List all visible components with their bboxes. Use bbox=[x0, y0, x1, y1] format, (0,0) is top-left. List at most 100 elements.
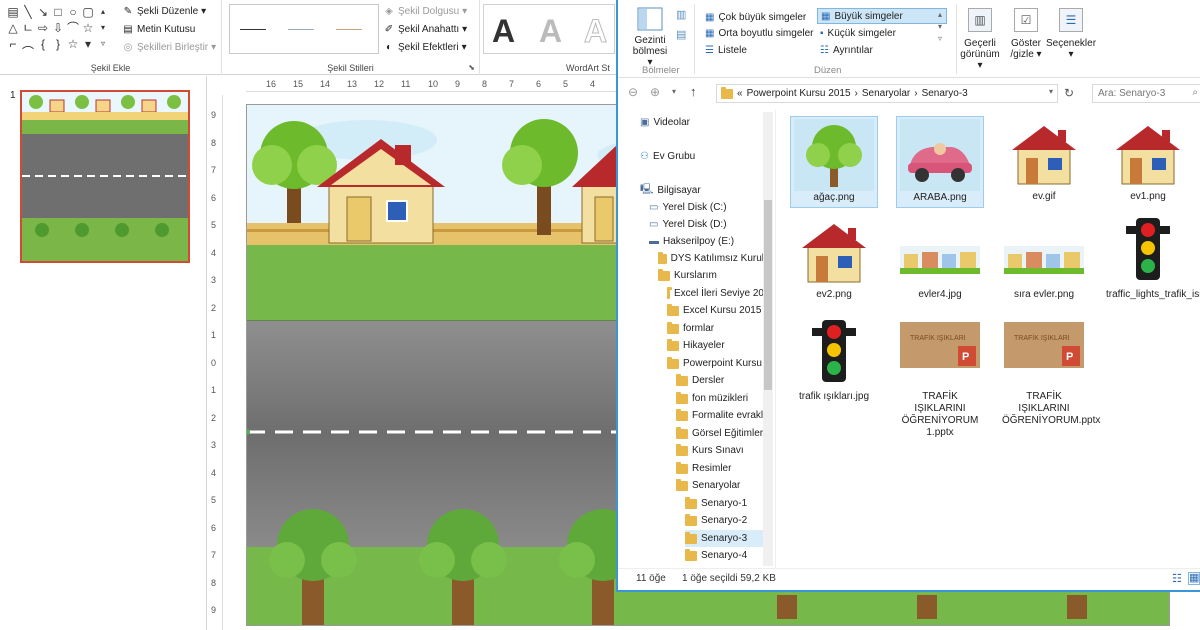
text-box-button[interactable]: ▤ Metin Kutusu bbox=[122, 21, 195, 38]
gallery-down-icon[interactable]: ▾ bbox=[96, 20, 110, 36]
shape-fill-button[interactable]: ◈ Şekil Dolgusu ▾ bbox=[383, 3, 467, 20]
nav-item[interactable]: ▭ Yerel Disk (D:) bbox=[649, 216, 764, 233]
nav-item[interactable]: Senaryo-4 bbox=[685, 547, 764, 564]
gallery-up-icon[interactable]: ▴ bbox=[96, 4, 110, 20]
refresh-icon[interactable]: ↻ bbox=[1064, 86, 1074, 100]
wordart-style-2[interactable]: A bbox=[539, 13, 562, 50]
rectangle-shape-icon[interactable]: □ bbox=[51, 4, 65, 20]
arrow-right-shape-icon[interactable]: ⇨ bbox=[36, 20, 50, 36]
layout-scroll-arrows[interactable]: ▴ ▾ ▿ bbox=[938, 9, 942, 45]
gallery-more-icon[interactable]: ▿ bbox=[96, 36, 110, 52]
address-overflow[interactable]: « bbox=[737, 88, 743, 99]
dialog-launcher-icon[interactable]: ⬊ bbox=[468, 63, 475, 72]
view-details[interactable]: ☷ Ayrıntılar bbox=[817, 42, 876, 58]
nav-item[interactable]: ▣ Videolar bbox=[640, 114, 764, 131]
details-view-icon[interactable]: ☷ bbox=[1172, 572, 1182, 585]
rounded-rect-shape-icon[interactable]: ▢ bbox=[81, 4, 95, 20]
more-shape-icon[interactable]: ▾ bbox=[81, 36, 95, 52]
nav-item[interactable]: formlar bbox=[667, 320, 764, 337]
nav-item[interactable]: DYS Katılımsız Kurul bbox=[658, 250, 764, 267]
brace-right-shape-icon[interactable]: } bbox=[51, 36, 65, 52]
curve-shape-icon[interactable]: ⌒ bbox=[66, 20, 80, 36]
edit-shape-button[interactable]: ✎ Şekli Düzenle ▾ bbox=[122, 3, 206, 20]
nav-item[interactable]: Formalite evrakl bbox=[676, 407, 764, 424]
nav-item[interactable]: fon müzikleri bbox=[676, 390, 764, 407]
nav-item[interactable]: Kurs Sınavı bbox=[676, 442, 764, 459]
search-input[interactable]: Ara: Senaryo-3 ⌕ bbox=[1092, 84, 1200, 103]
view-list[interactable]: ☰ Listele bbox=[702, 42, 750, 58]
file-item[interactable]: ev.gif bbox=[1000, 116, 1088, 206]
wordart-style-3[interactable]: A bbox=[583, 13, 607, 50]
breadcrumb-senaryo-3[interactable]: Senaryo-3 bbox=[922, 88, 968, 99]
address-dropdown-icon[interactable]: ▾ bbox=[1049, 87, 1053, 96]
star-shape-icon[interactable]: ☆ bbox=[81, 20, 95, 36]
style-swatch-light[interactable] bbox=[288, 29, 314, 30]
nav-item[interactable]: Senaryo-1 bbox=[685, 495, 764, 512]
file-item[interactable]: ARABA.png bbox=[896, 116, 984, 208]
nav-item[interactable]: Dersler bbox=[676, 372, 764, 389]
file-item[interactable]: traffic_lights_trafik_isiklar.png bbox=[1104, 214, 1200, 304]
wordart-style-1[interactable]: A bbox=[492, 13, 515, 50]
arrow-line-shape-icon[interactable]: ↘ bbox=[36, 4, 50, 20]
navigation-scrollbar-thumb[interactable] bbox=[764, 200, 772, 390]
style-swatch-tan[interactable] bbox=[336, 29, 362, 30]
file-item[interactable]: ev2.png bbox=[790, 214, 878, 304]
view-medium-icons[interactable]: ▦ Orta boyutlu simgeler bbox=[702, 25, 817, 41]
file-item[interactable]: evler4.jpg bbox=[896, 214, 984, 304]
nav-item[interactable]: Görsel Eğitimler bbox=[676, 425, 764, 442]
forward-arrow-icon[interactable]: ⊕ bbox=[650, 85, 660, 99]
nav-item[interactable]: Kurslarım bbox=[658, 267, 764, 284]
breadcrumb-powerpoint-kursu[interactable]: Powerpoint Kursu 2015 bbox=[747, 88, 851, 99]
shape-outline-button[interactable]: ✐ Şekil Anahattı ▾ bbox=[383, 21, 467, 38]
file-item[interactable]: TRAFİK IŞIKLARI P TRAFİK IŞIKLARINI ÖĞRENİ… bbox=[896, 316, 984, 442]
file-item[interactable]: sıra evler.png bbox=[1000, 214, 1088, 304]
nav-item[interactable]: Resimler bbox=[676, 460, 764, 477]
star5-shape-icon[interactable]: ☆ bbox=[66, 36, 80, 52]
triangle-shape-icon[interactable]: △ bbox=[6, 20, 20, 36]
back-arrow-icon[interactable]: ⊖ bbox=[628, 85, 638, 99]
file-item[interactable]: trafik ışıkları.jpg bbox=[790, 316, 878, 406]
arc-shape-icon[interactable]: ︵ bbox=[21, 36, 35, 52]
textbox-shape-icon[interactable]: ▤ bbox=[6, 4, 20, 20]
nav-item[interactable]: 🖳 Bilgisayar bbox=[640, 182, 764, 199]
file-item[interactable]: ev1.png bbox=[1104, 116, 1192, 206]
nav-item[interactable]: ⚇ Ev Grubu bbox=[640, 148, 764, 165]
preview-pane-icon[interactable]: ▥ bbox=[676, 8, 686, 21]
up-arrow-icon[interactable]: ↑ bbox=[690, 84, 697, 99]
shape-gallery[interactable]: ▤ ╲ ↘ □ ○ ▢ ▴ △ ㄴ ⇨ ⇩ ⌒ ☆ ▾ ⌐ ︵ { } ☆ ▾ … bbox=[6, 4, 112, 56]
file-item[interactable]: ağaç.png bbox=[790, 116, 878, 208]
nav-item[interactable]: ▬ Hakserilpoy (E:) bbox=[649, 233, 764, 250]
file-item[interactable]: TRAFİK IŞIKLARI P TRAFİK IŞIKLARINI ÖĞRENİ… bbox=[1000, 316, 1100, 430]
wordart-gallery[interactable]: A A A bbox=[483, 4, 615, 54]
line-shape-icon[interactable]: ╲ bbox=[21, 4, 35, 20]
shape-effects-button[interactable]: ◐ Şekil Efektleri ▾ bbox=[383, 39, 467, 56]
nav-item[interactable]: ▭ Yerel Disk (C:) bbox=[649, 199, 764, 216]
nav-item[interactable]: Senaryo-2 bbox=[685, 512, 764, 529]
address-field[interactable]: « Powerpoint Kursu 2015 › Senaryolar › S… bbox=[716, 84, 1058, 103]
details-pane-icon[interactable]: ▤ bbox=[676, 28, 686, 41]
nav-item[interactable]: Excel İleri Seviye 20 bbox=[667, 285, 764, 302]
nav-item[interactable]: Senaryo-3 bbox=[685, 530, 764, 547]
freeform-shape-icon[interactable]: ㄴ bbox=[21, 20, 35, 36]
merge-shapes-button[interactable]: ◎ Şekilleri Birleştir ▾ bbox=[122, 39, 217, 56]
recent-locations-icon[interactable]: ▾ bbox=[672, 87, 676, 96]
brace-left-shape-icon[interactable]: { bbox=[36, 36, 50, 52]
current-view-button[interactable]: ▥ Geçerli görünüm ▾ bbox=[960, 8, 1000, 71]
arrow-down-shape-icon[interactable]: ⇩ bbox=[51, 20, 65, 36]
nav-item[interactable]: Powerpoint Kursu bbox=[667, 355, 764, 372]
corner-shape-icon[interactable]: ⌐ bbox=[6, 36, 20, 52]
large-icons-view-icon[interactable]: ▦ bbox=[1188, 572, 1200, 585]
style-swatch-dark[interactable] bbox=[240, 29, 266, 30]
view-large-icons[interactable]: ▦ Büyük simgeler bbox=[817, 8, 947, 24]
navigation-pane-button[interactable]: Gezinti bölmesi ▾ bbox=[630, 6, 670, 68]
nav-item[interactable]: Excel Kursu 2015 bbox=[667, 302, 764, 319]
breadcrumb-senaryolar[interactable]: Senaryolar bbox=[862, 88, 910, 99]
shape-styles-gallery[interactable] bbox=[229, 4, 379, 54]
circle-shape-icon[interactable]: ○ bbox=[66, 4, 80, 20]
slide-thumbnail[interactable] bbox=[20, 90, 190, 263]
options-button[interactable]: ☰ Seçenekler ▾ bbox=[1046, 8, 1096, 60]
nav-item[interactable]: Senaryolar bbox=[676, 477, 764, 494]
view-small-icons[interactable]: ▪ Küçük simgeler bbox=[817, 25, 899, 41]
show-hide-button[interactable]: ☑ Göster/gizle ▾ bbox=[1006, 8, 1046, 60]
nav-item[interactable]: Hikayeler bbox=[667, 337, 764, 354]
